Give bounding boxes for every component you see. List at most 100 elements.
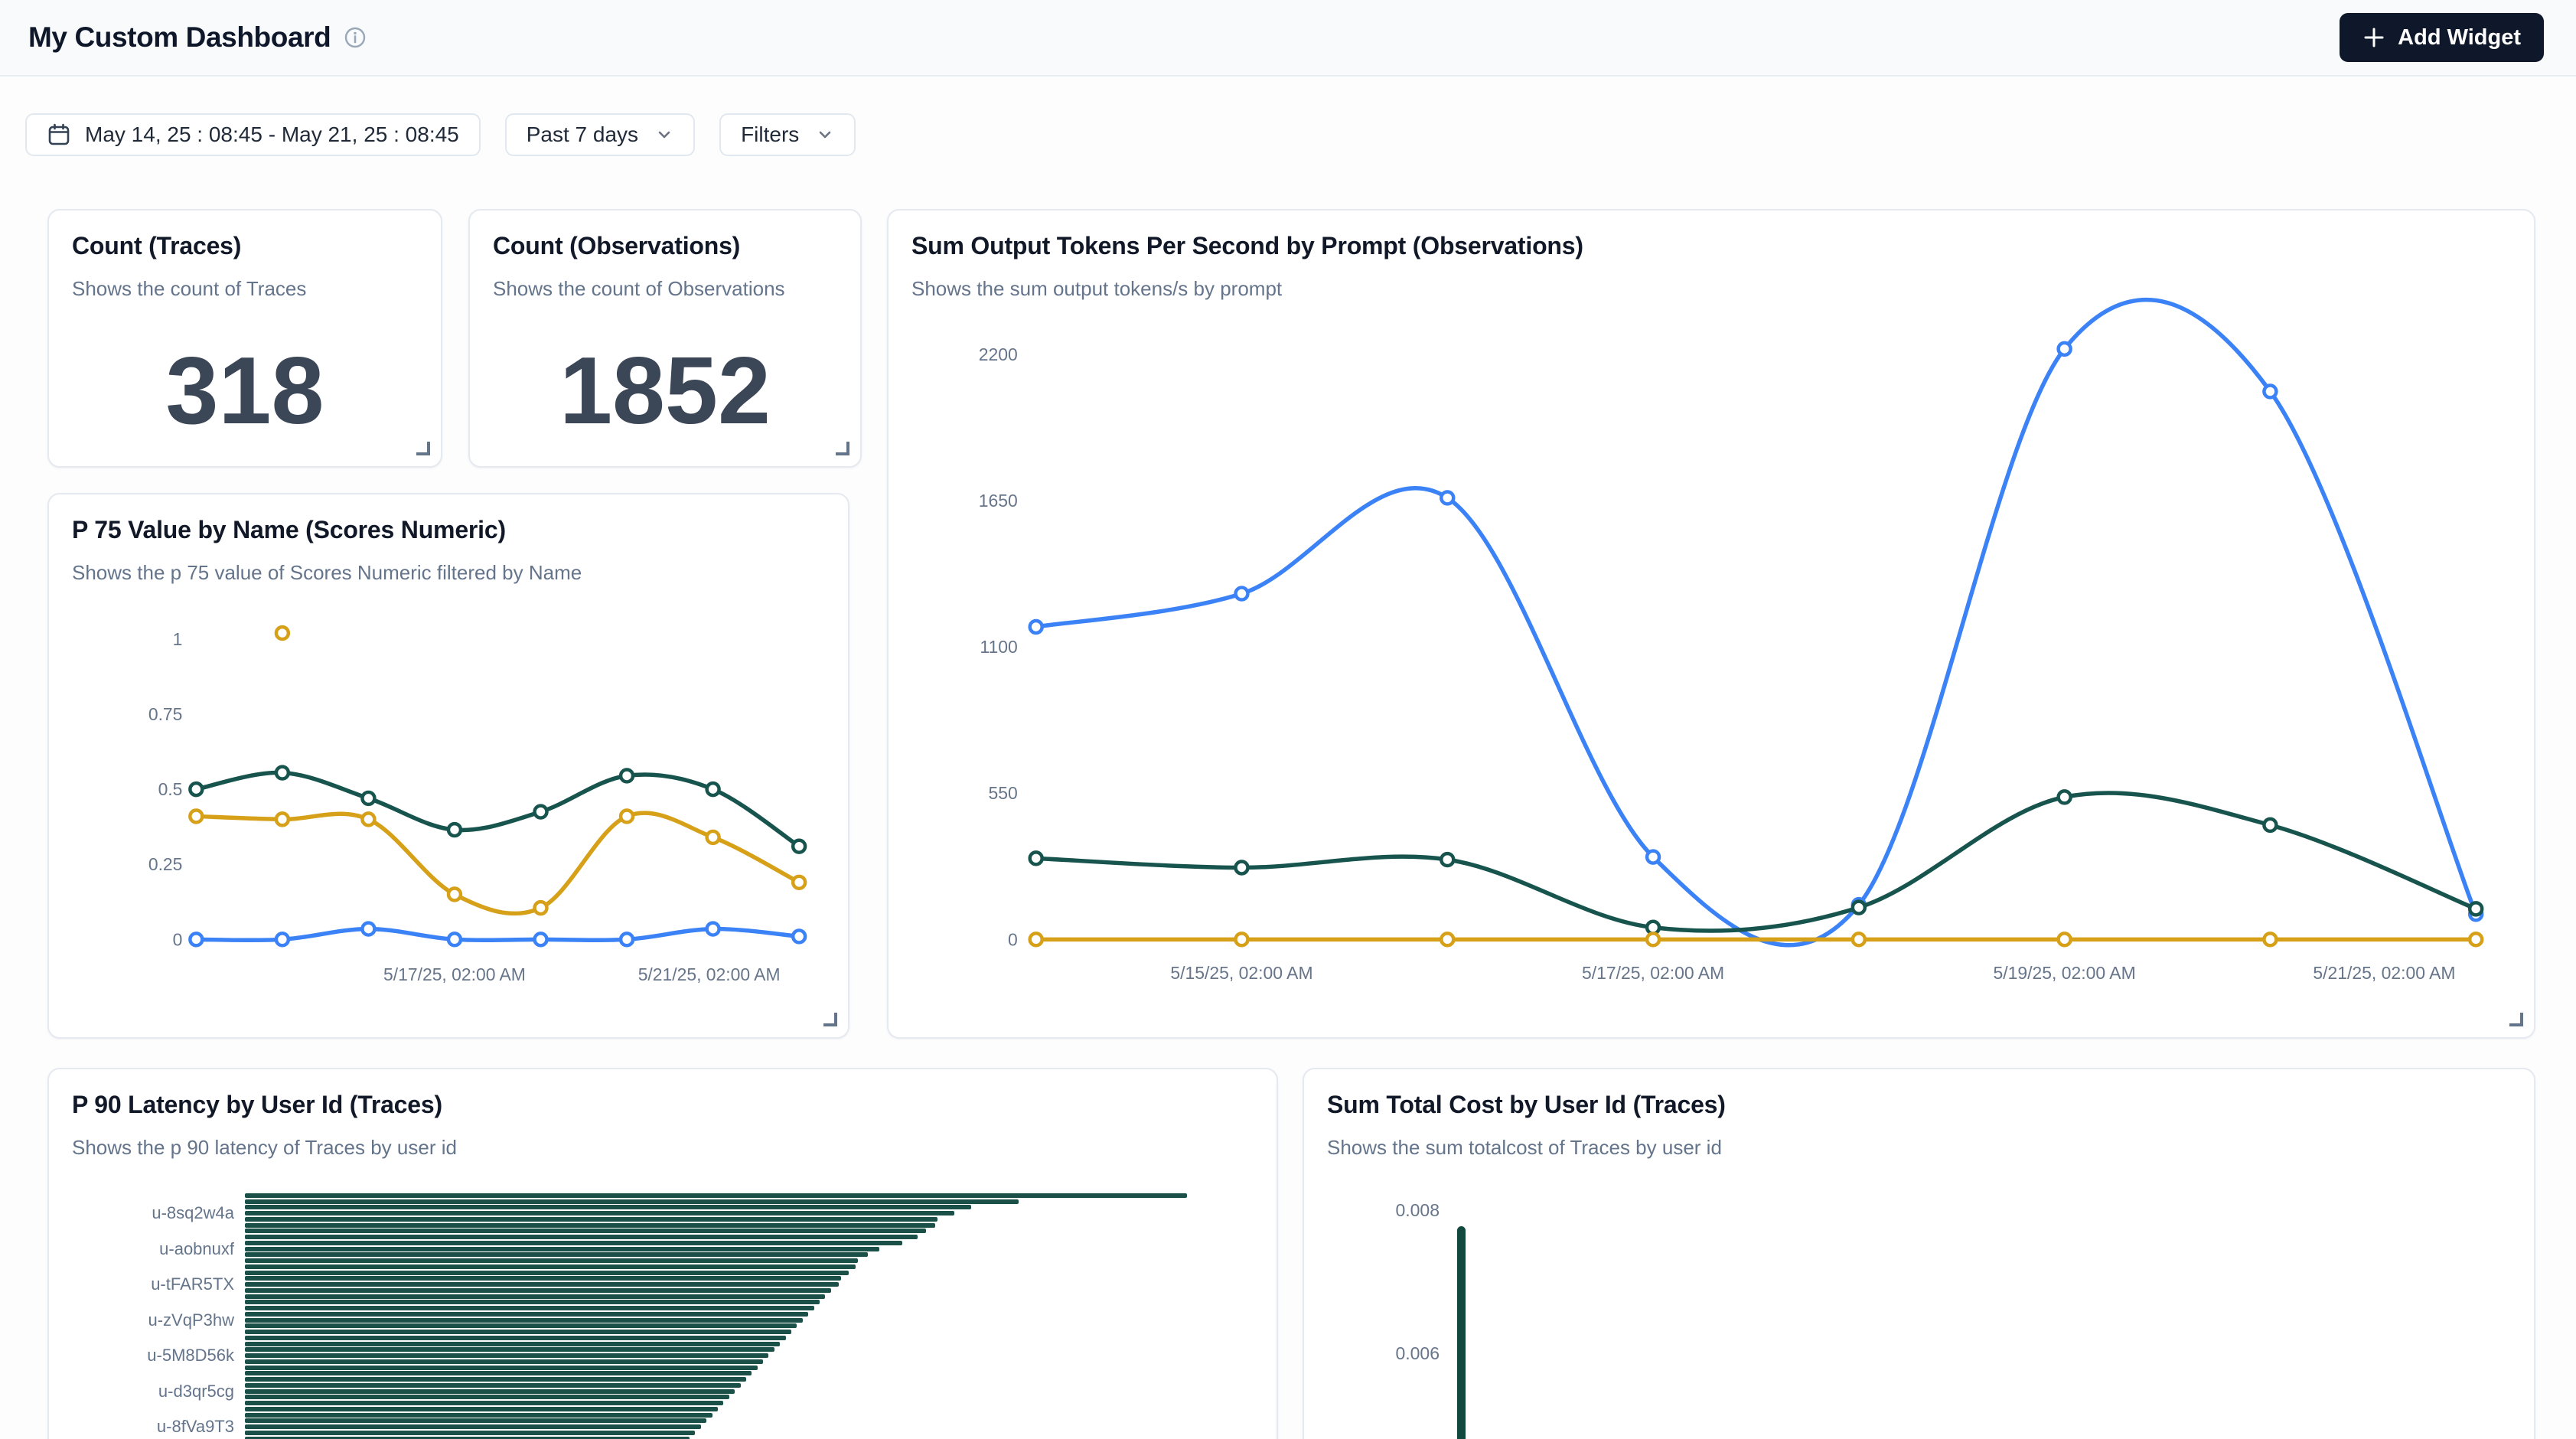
x-axis-tick-label: 5/17/25, 02:00 AM [1582,963,1724,983]
chart-point-name-gold [535,902,547,914]
widget-count-traces: Count (Traces) Shows the count of Traces… [47,209,442,468]
p90-bar-row [72,1406,1254,1412]
x-axis-tick-label: 5/15/25, 02:00 AM [1170,963,1312,983]
add-widget-button[interactable]: Add Widget [2340,13,2544,62]
p90-latency-bar [245,1347,774,1352]
p90-latency-bar [245,1235,918,1239]
p90-bar-row [72,1418,1254,1424]
chart-point-prompt-gold [1030,933,1042,945]
chart-point-name-single-point [276,627,289,639]
p90-latency-bar [245,1323,797,1328]
tokens-svg: 05501100165022005/15/25, 02:00 AM5/17/25… [911,331,2511,1004]
p90-bar-row [72,1264,1254,1270]
chart-point-name-teal [793,840,805,853]
chart-point-name-gold [190,810,202,822]
p90-bar-row [72,1287,1254,1294]
info-icon[interactable] [344,27,366,48]
y-axis-tick-label: 0.006 [1327,1343,1440,1364]
p90-bar-row [72,1216,1254,1222]
widget-subtitle: Shows the sum totalcost of Traces by use… [1327,1136,2511,1160]
p90-bar-row [72,1400,1254,1406]
p90-bar-row [72,1205,1254,1211]
chart-point-name-gold [793,876,805,889]
range-preset-select[interactable]: Past 7 days [505,113,695,156]
p90-latency-bar [245,1359,763,1364]
p90-bar-row [72,1252,1254,1258]
chart-point-prompt-gold [2470,933,2482,945]
chart-point-prompt-blue [1235,588,1247,600]
p90-latency-bar [245,1383,741,1388]
chart-point-name-blue [621,933,633,945]
widget-subtitle: Shows the p 75 value of Scores Numeric f… [72,561,825,585]
p90-latency-bar [245,1211,954,1215]
chart-point-name-blue [707,923,719,935]
p90-bar-row [72,1347,1254,1353]
p90-latency-bar [245,1366,758,1370]
filters-label: Filters [741,122,799,147]
p90-latency-bar [245,1371,752,1375]
toolbar: May 14, 25 : 08:45 - May 21, 25 : 08:45 … [25,113,856,156]
p90-latency-bar [245,1247,879,1251]
chart-point-prompt-teal [1235,862,1247,874]
chart-point-prompt-blue [1441,491,1453,504]
p90-bar-row [72,1240,1254,1246]
p90-bar-row: u-d3qr5cg [72,1388,1254,1395]
p90-latency-bar [245,1300,820,1304]
p90-latency-bar [245,1258,858,1263]
chart-point-prompt-teal [1853,902,1865,914]
resize-handle-icon[interactable] [836,442,849,455]
p90-latency-bar [245,1264,856,1269]
p90-latency-bar [245,1342,780,1346]
widget-count-observations: Count (Observations) Shows the count of … [468,209,862,468]
widget-subtitle: Shows the count of Observations [493,277,837,301]
chart-point-name-teal [707,783,719,795]
p90-bar-row [72,1382,1254,1388]
p90-latency-bar [245,1288,831,1293]
p90-bar-row [72,1371,1254,1377]
resize-handle-icon[interactable] [2509,1013,2523,1026]
p90-bar-row [72,1300,1254,1306]
chart-point-prompt-blue [2059,343,2071,355]
x-axis-tick-label: 5/21/25, 02:00 AM [2313,963,2455,983]
filters-button[interactable]: Filters [719,113,856,156]
y-axis-tick-label: 0 [1008,929,1018,949]
p90-bar-row [72,1365,1254,1371]
p90-bar-row [72,1222,1254,1229]
widget-cost-chart: Sum Total Cost by User Id (Traces) Shows… [1303,1068,2535,1439]
widget-title: Sum Total Cost by User Id (Traces) [1327,1091,2511,1119]
p90-bar-row: u-8fVa9T3 [72,1424,1254,1430]
p90-bar-row: u-tFAR5TX [72,1281,1254,1287]
p90-bar-row [72,1258,1254,1264]
p90-bar-row [72,1430,1254,1436]
chart-point-name-teal [276,767,289,779]
chart-point-prompt-blue [1647,851,1659,863]
date-range-label: May 14, 25 : 08:45 - May 21, 25 : 08:45 [85,122,459,147]
chart-point-name-blue [535,933,547,945]
chart-point-prompt-gold [1853,933,1865,945]
p90-bar-row [72,1436,1254,1439]
chart-point-name-teal [190,783,202,795]
widget-subtitle: Shows the sum output tokens/s by prompt [911,277,2511,301]
count-value: 318 [72,344,418,439]
plus-icon [2362,26,2385,49]
p90-bar-chart: u-8sq2w4au-aobnuxfu-tFAR5TXu-zVqP3hwu-5M… [72,1193,1254,1439]
p90-latency-bar [245,1241,902,1245]
p90-bar-row [72,1276,1254,1282]
chart-point-name-teal [621,769,633,781]
p90-latency-bar [245,1413,712,1418]
chart-point-prompt-blue [1030,621,1042,633]
chart-point-prompt-gold [2264,933,2276,945]
p90-bar-row: u-5M8D56k [72,1353,1254,1359]
resize-handle-icon[interactable] [416,442,430,455]
p90-bar-row [72,1395,1254,1401]
chart-line-prompt-teal [1036,793,2476,931]
chart-point-name-blue [793,930,805,942]
p90-latency-bar [245,1424,701,1429]
p90-latency-bar [245,1418,706,1423]
p90-bar-row [72,1311,1254,1317]
p90-bar-row: u-aobnuxf [72,1246,1254,1252]
date-range-picker[interactable]: May 14, 25 : 08:45 - May 21, 25 : 08:45 [25,113,481,156]
resize-handle-icon[interactable] [823,1013,837,1026]
page-title: My Custom Dashboard [28,21,331,54]
chart-point-prompt-teal [2264,819,2276,831]
